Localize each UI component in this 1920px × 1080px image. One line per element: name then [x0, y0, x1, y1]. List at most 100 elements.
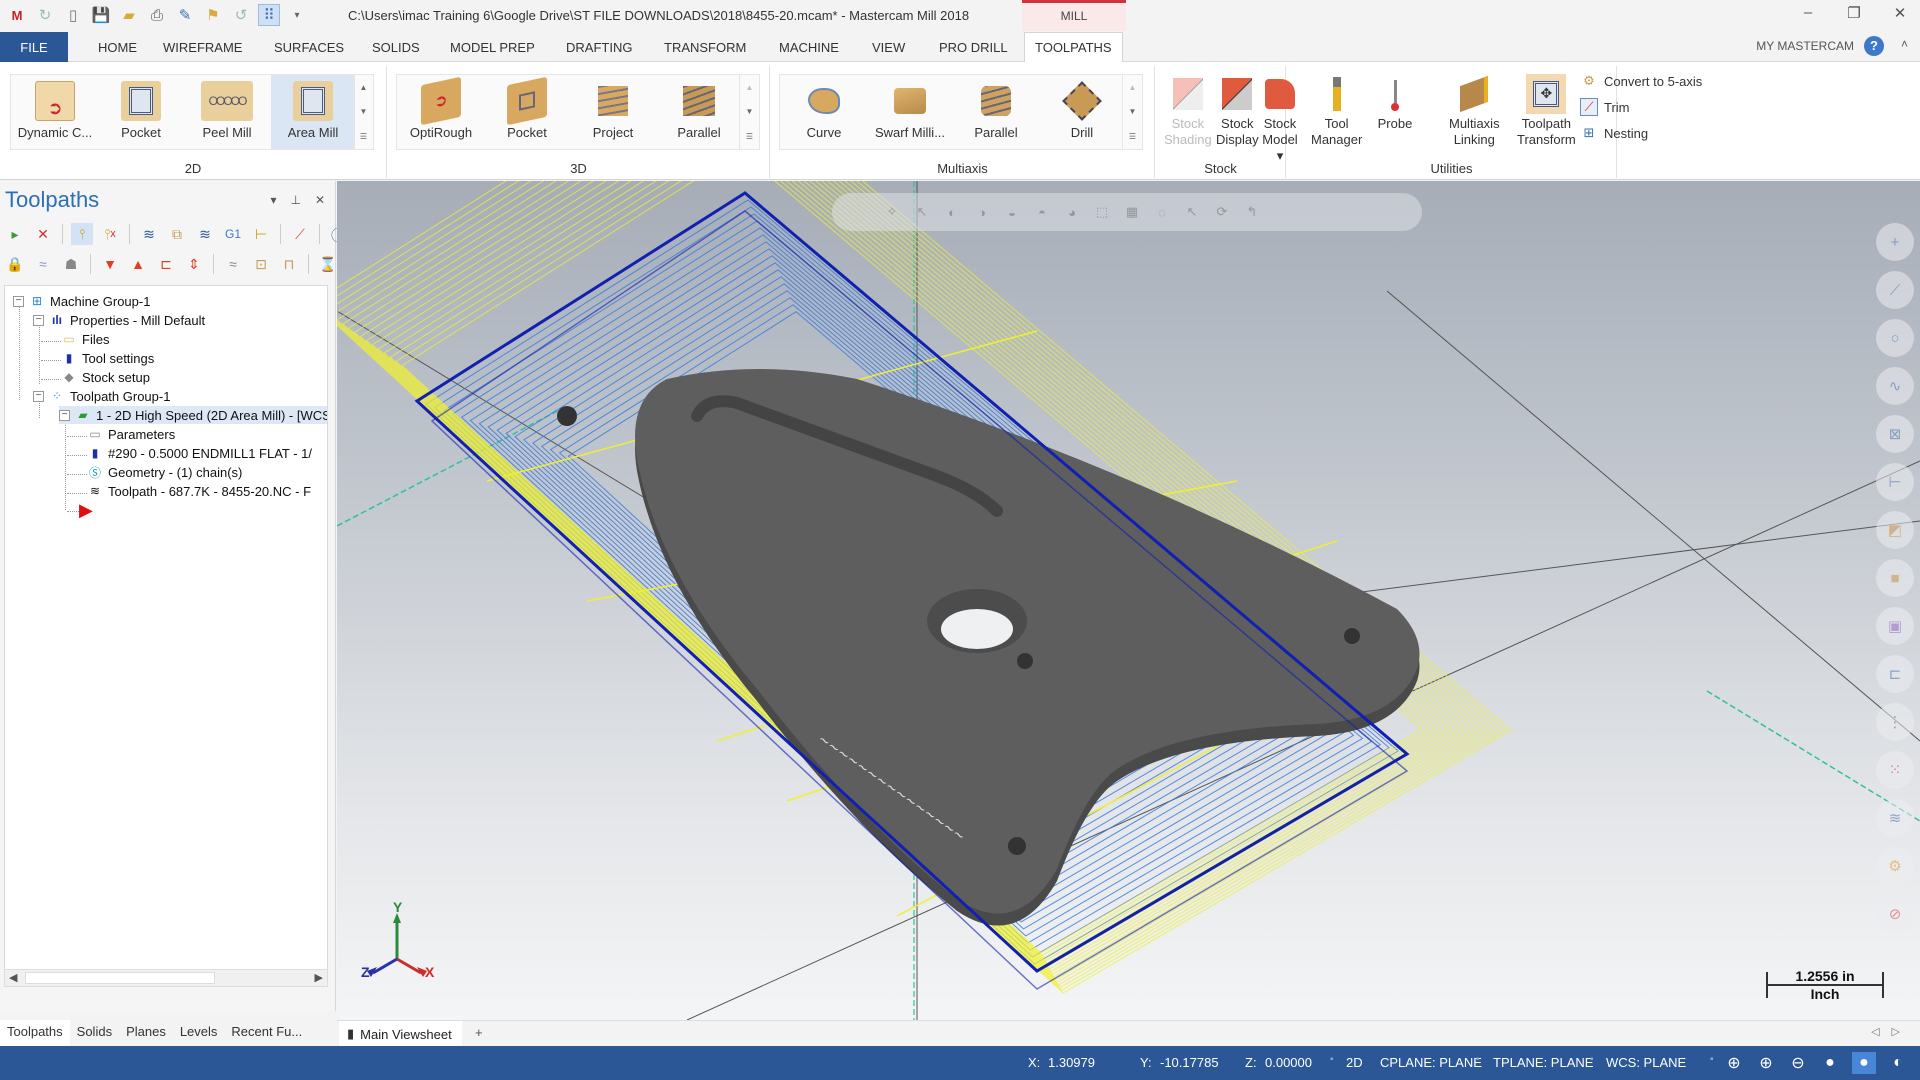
select-last-icon[interactable]: ↖	[1182, 202, 1202, 222]
new-file-icon[interactable]: ▯	[62, 4, 84, 26]
tree-node-tool[interactable]: ▮ #290 - 0.5000 ENDMILL1 FLAT - 1/	[87, 444, 312, 462]
bottom-tab-toolpaths[interactable]: Toolpaths	[0, 1020, 70, 1046]
tab-model-prep[interactable]: MODEL PREP	[440, 32, 545, 62]
select-body-icon[interactable]: ◒	[1002, 202, 1022, 222]
mask-dimensions-icon[interactable]: ⊢	[1876, 463, 1914, 501]
mask-points-icon[interactable]: +	[1876, 223, 1914, 261]
panel-close-icon[interactable]: ✕	[315, 193, 325, 207]
help-icon[interactable]: ?	[1864, 36, 1884, 56]
tab-solids[interactable]: SOLIDS	[362, 32, 430, 62]
panel-menu-icon[interactable]: ▾	[270, 193, 276, 207]
backplot-icon[interactable]: ≋	[138, 223, 160, 245]
selection-icon[interactable]: ⠿	[258, 4, 280, 26]
folder-icon[interactable]: ⚑	[202, 4, 224, 26]
bottom-tab-levels[interactable]: Levels	[173, 1020, 225, 1046]
curve-button[interactable]: Curve	[782, 75, 866, 149]
more-tools-icon[interactable]: ⌛	[317, 253, 339, 275]
lock-icon[interactable]: 🔒	[4, 253, 26, 275]
drill-multiaxis-button[interactable]: Drill	[1040, 75, 1124, 149]
tab-wireframe[interactable]: WIREFRAME	[153, 32, 252, 62]
select-all-operations-icon[interactable]: ▸	[4, 223, 26, 245]
mask-solid-bodies-icon[interactable]: ■	[1876, 559, 1914, 597]
toolpath-transform-button[interactable]: ✥ Toolpath Transform	[1517, 74, 1576, 148]
simulate-icon[interactable]: ≋	[194, 223, 216, 245]
redo-icon[interactable]: ↻	[34, 4, 56, 26]
panel-pin-icon[interactable]: ⊥	[290, 193, 300, 207]
save-as-icon[interactable]: ✎	[174, 4, 196, 26]
2d-3d-toggle[interactable]: 2D	[1346, 1055, 1363, 1070]
clear-mask-icon[interactable]: ⊘	[1876, 895, 1914, 933]
tree-node-geometry[interactable]: Ⓢ Geometry - (1) chain(s)	[87, 463, 242, 481]
move-up-icon[interactable]: ▲	[127, 253, 149, 275]
probe-button[interactable]: Probe	[1375, 74, 1415, 132]
tree-horizontal-scrollbar[interactable]: ◀ ▶	[4, 969, 328, 987]
select-solid-icon[interactable]: ◐	[942, 202, 962, 222]
high-feed-icon[interactable]: ⊢	[250, 223, 272, 245]
toggle-posting-icon[interactable]: ☗	[60, 253, 82, 275]
select-from-back-icon[interactable]: ◕	[1062, 202, 1082, 222]
tree-node-toolpath-group[interactable]: − ⁘ Toolpath Group-1	[33, 387, 170, 405]
my-mastercam-link[interactable]: MY MASTERCAM	[1756, 39, 1854, 53]
mask-color-icon[interactable]: ⁙	[1876, 751, 1914, 789]
tree-node-files[interactable]: ▭ Files	[61, 330, 109, 348]
area-mill-button[interactable]: Area Mill	[271, 75, 355, 149]
selection-mode-icon[interactable]: ▦	[1122, 202, 1142, 222]
deselect-operations-icon[interactable]: ✕	[32, 223, 54, 245]
customize-qat-icon[interactable]: ▾	[286, 4, 308, 26]
tab-transform[interactable]: TRANSFORM	[654, 32, 756, 62]
stock-display-button[interactable]: Stock Display	[1216, 74, 1259, 148]
main-viewsheet-tab[interactable]: ▮ Main Viewsheet	[339, 1021, 462, 1047]
pocket-2d-button[interactable]: Pocket	[99, 75, 183, 149]
translucency-icon[interactable]: ◐	[1886, 1052, 1910, 1074]
delete-operations-icon[interactable]: ⟋	[289, 223, 311, 245]
tree-node-properties[interactable]: − ılı Properties - Mill Default	[33, 311, 205, 329]
select-icon[interactable]: ↖	[912, 202, 932, 222]
hidden-line-globe-icon[interactable]: ⊕	[1754, 1052, 1778, 1074]
tree-node-stock-setup[interactable]: ◆ Stock setup	[61, 368, 150, 386]
swarf-milling-button[interactable]: Swarf Milli...	[868, 75, 952, 149]
tab-drafting[interactable]: DRAFTING	[556, 32, 642, 62]
scroll-to-arrow-icon[interactable]: ⇕	[183, 253, 205, 275]
mask-settings-icon[interactable]: ⚙	[1876, 847, 1914, 885]
select-loop-icon[interactable]: ◓	[1032, 202, 1052, 222]
bottom-tab-recent-functions[interactable]: Recent Fu...	[224, 1020, 309, 1046]
tab-machine[interactable]: MACHINE	[769, 32, 849, 62]
dynamic-contour-button[interactable]: ➲ Dynamic C...	[13, 75, 97, 149]
pocket-3d-button[interactable]: Pocket	[485, 75, 569, 149]
mask-surfaces-icon[interactable]: ⊠	[1876, 415, 1914, 453]
wcs-selector[interactable]: WCS: PLANE	[1606, 1055, 1686, 1070]
stock-shading-button[interactable]: Stock Shading	[1164, 74, 1212, 148]
tool-manager-button[interactable]: Tool Manager	[1311, 74, 1362, 148]
post-g1-icon[interactable]: G1	[222, 223, 244, 245]
regenerate-dirty-icon[interactable]: ⫯ x	[99, 223, 121, 245]
undo-icon[interactable]: ↺	[230, 4, 252, 26]
mask-levels-icon[interactable]: ≋	[1876, 799, 1914, 837]
tree-node-parameters[interactable]: ▭ Parameters	[87, 425, 175, 443]
project-button[interactable]: Project	[571, 75, 655, 149]
autocursor-icon[interactable]: ✧	[882, 202, 902, 222]
add-viewsheet-button[interactable]: +	[475, 1025, 483, 1040]
tab-home[interactable]: HOME	[88, 32, 147, 62]
move-down-icon[interactable]: ▼	[99, 253, 121, 275]
peel-mill-button[interactable]: OOOOO Peel Mill	[185, 75, 269, 149]
regenerate-selected-icon[interactable]: ⫯	[71, 223, 93, 245]
convert-to-5-axis-button[interactable]: ⚙ Convert to 5-axis	[1580, 72, 1702, 90]
bottom-tab-planes[interactable]: Planes	[119, 1020, 173, 1046]
tab-file[interactable]: FILE	[0, 32, 68, 62]
mask-lines-icon[interactable]: ⟋	[1876, 271, 1914, 309]
scroll-left-icon[interactable]: ◀	[9, 971, 17, 984]
wireframe-globe-icon[interactable]: ⊕	[1722, 1052, 1746, 1074]
graphics-viewport[interactable]: ~~~~~~~~~~~~~~~ Y X Z ✧ ↖ ◐ ◑ ◒ ◓ ◕ ⬚ ▦ …	[337, 181, 1920, 1020]
mask-meshes-icon[interactable]: ▣	[1876, 607, 1914, 645]
mask-arcs-icon[interactable]: ○	[1876, 319, 1914, 357]
mask-splines-icon[interactable]: ∿	[1876, 367, 1914, 405]
tab-surfaces[interactable]: SURFACES	[264, 32, 354, 62]
tree-node-operation-1[interactable]: − ▰ 1 - 2D High Speed (2D Area Mill) - […	[59, 406, 327, 424]
parallel-multiaxis-button[interactable]: Parallel	[954, 75, 1038, 149]
only-show-selected-icon[interactable]: ⊡	[250, 253, 272, 275]
optirough-button[interactable]: ➲ OptiRough	[399, 75, 483, 149]
mastercam-logo-icon[interactable]: M	[6, 4, 28, 26]
gallery-multiaxis-scroll[interactable]: ▲ ▼ ☰	[1122, 75, 1142, 149]
tab-view[interactable]: VIEW	[862, 32, 915, 62]
close-button[interactable]: ✕	[1890, 4, 1910, 22]
